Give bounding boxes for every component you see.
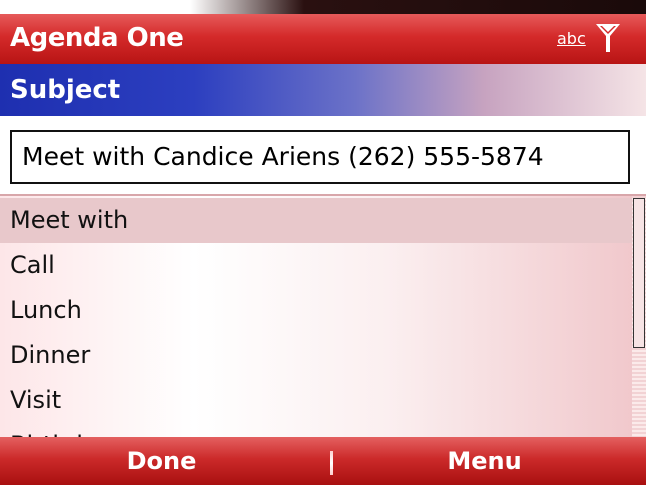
suggestion-item[interactable]: Lunch xyxy=(0,288,632,333)
suggestion-item[interactable]: Dinner xyxy=(0,333,632,378)
suggestion-item[interactable]: Visit xyxy=(0,378,632,423)
scrollbar-thumb[interactable] xyxy=(633,198,645,348)
signal-strength-icon xyxy=(596,24,620,52)
softkey-bar: Done Menu xyxy=(0,437,646,485)
top-strip-shadow xyxy=(190,0,646,14)
menu-softkey[interactable]: Menu xyxy=(323,447,646,475)
subject-input[interactable]: Meet with Candice Ariens (262) 555-5874 xyxy=(10,130,630,184)
input-mode-indicator: abc xyxy=(557,29,586,48)
field-header-label: Subject xyxy=(10,75,121,105)
title-bar: Agenda One abc xyxy=(0,14,646,64)
scrollbar[interactable] xyxy=(632,196,646,439)
done-softkey[interactable]: Done xyxy=(0,447,323,475)
field-header: Subject xyxy=(0,64,646,116)
suggestion-item[interactable]: Call xyxy=(0,243,632,288)
app-title: Agenda One xyxy=(10,23,184,53)
suggestion-item[interactable]: Meet with xyxy=(0,198,632,243)
phone-screen: Agenda One abc Subject Meet with Candice… xyxy=(0,0,646,485)
suggestion-list: Meet withCallLunchDinnerVisitBirthday xyxy=(0,198,632,439)
suggestion-list-area: Meet withCallLunchDinnerVisitBirthday xyxy=(0,194,646,439)
